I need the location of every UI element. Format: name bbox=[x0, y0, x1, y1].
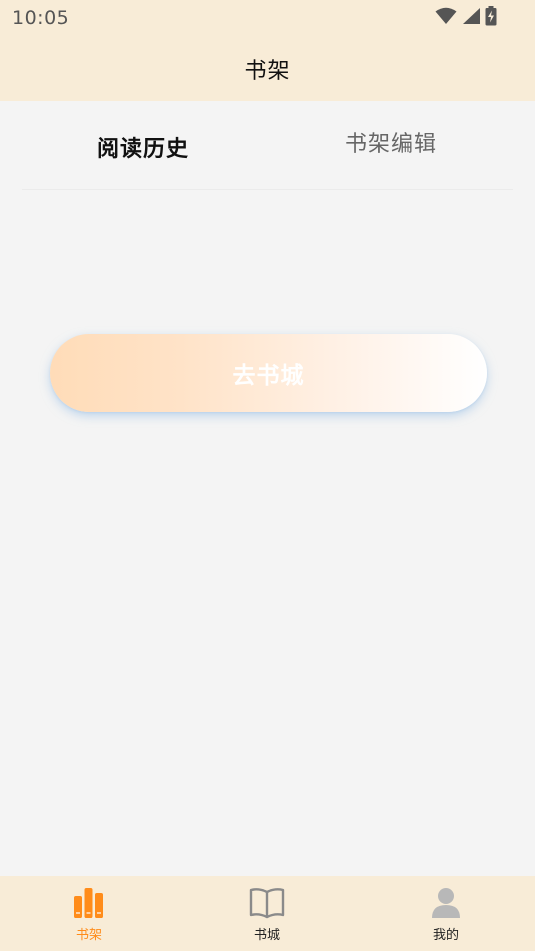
open-book-icon bbox=[249, 886, 285, 920]
nav-item-bookstore[interactable]: 书城 bbox=[207, 876, 327, 951]
nav-label-bookstore: 书城 bbox=[253, 928, 280, 943]
tab-reading-history[interactable]: 阅读历史 bbox=[97, 131, 189, 163]
nav-item-mine[interactable]: 我的 bbox=[386, 876, 506, 951]
signal-icon bbox=[461, 7, 481, 25]
page-title: 书架 bbox=[244, 58, 291, 84]
wifi-icon bbox=[435, 7, 457, 25]
bottom-nav: 书架 书城 我的 bbox=[0, 876, 535, 951]
status-time: 10:05 bbox=[12, 7, 70, 29]
status-icons bbox=[435, 6, 497, 26]
nav-label-bookshelf: 书架 bbox=[75, 928, 102, 943]
go-to-store-button[interactable]: 去书城 bbox=[50, 334, 487, 412]
tab-divider bbox=[22, 189, 513, 190]
nav-label-mine: 我的 bbox=[432, 928, 459, 943]
tab-bar: 阅读历史 书架编辑 bbox=[0, 101, 535, 189]
go-to-store-label: 去书城 bbox=[232, 363, 305, 389]
status-bar: 10:05 bbox=[0, 0, 535, 36]
nav-item-bookshelf[interactable]: 书架 bbox=[29, 876, 149, 951]
tab-shelf-edit[interactable]: 书架编辑 bbox=[345, 126, 437, 158]
title-bar: 书架 bbox=[0, 36, 535, 101]
person-icon bbox=[431, 886, 461, 920]
battery-charging-icon bbox=[485, 6, 497, 26]
bookshelf-icon bbox=[73, 886, 105, 920]
